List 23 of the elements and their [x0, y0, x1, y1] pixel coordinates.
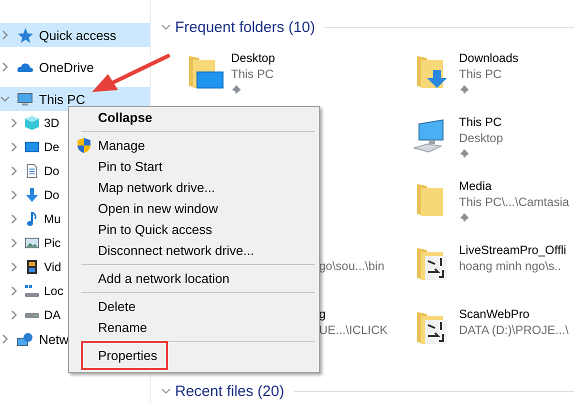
folder-location: Desktop — [459, 130, 504, 146]
nav-label: Vid — [44, 260, 62, 274]
folder-location: This PC — [459, 66, 502, 82]
folder-location: hoang minh ngo\s.. — [459, 258, 562, 274]
nav-label: Mu — [44, 212, 61, 226]
folder-location: This PC\...\Camtasia — [459, 194, 570, 210]
folder-location: go\sou...\bin — [319, 258, 384, 274]
nav-label: OneDrive — [39, 60, 94, 74]
nav-label: This PC — [39, 92, 86, 106]
nav-label: 3D — [44, 116, 60, 130]
folder-location: UE...\ICLICK — [319, 322, 388, 338]
nav-label: DA — [44, 308, 61, 322]
nav-label: Quick access — [39, 28, 116, 42]
folder-location: This PC — [231, 66, 274, 82]
nav-label: Loc — [44, 284, 64, 298]
section-title: Frequent folders (10) — [175, 18, 316, 36]
nav-label: Do — [44, 188, 60, 202]
nav-label: Netw — [39, 332, 69, 346]
section-title: Recent files (20) — [175, 382, 284, 400]
nav-label: Do — [44, 164, 60, 178]
nav-label: De — [44, 140, 60, 154]
nav-label: Pic — [44, 236, 61, 250]
folder-location: DATA (D:)\PROJE...\ — [459, 322, 569, 338]
